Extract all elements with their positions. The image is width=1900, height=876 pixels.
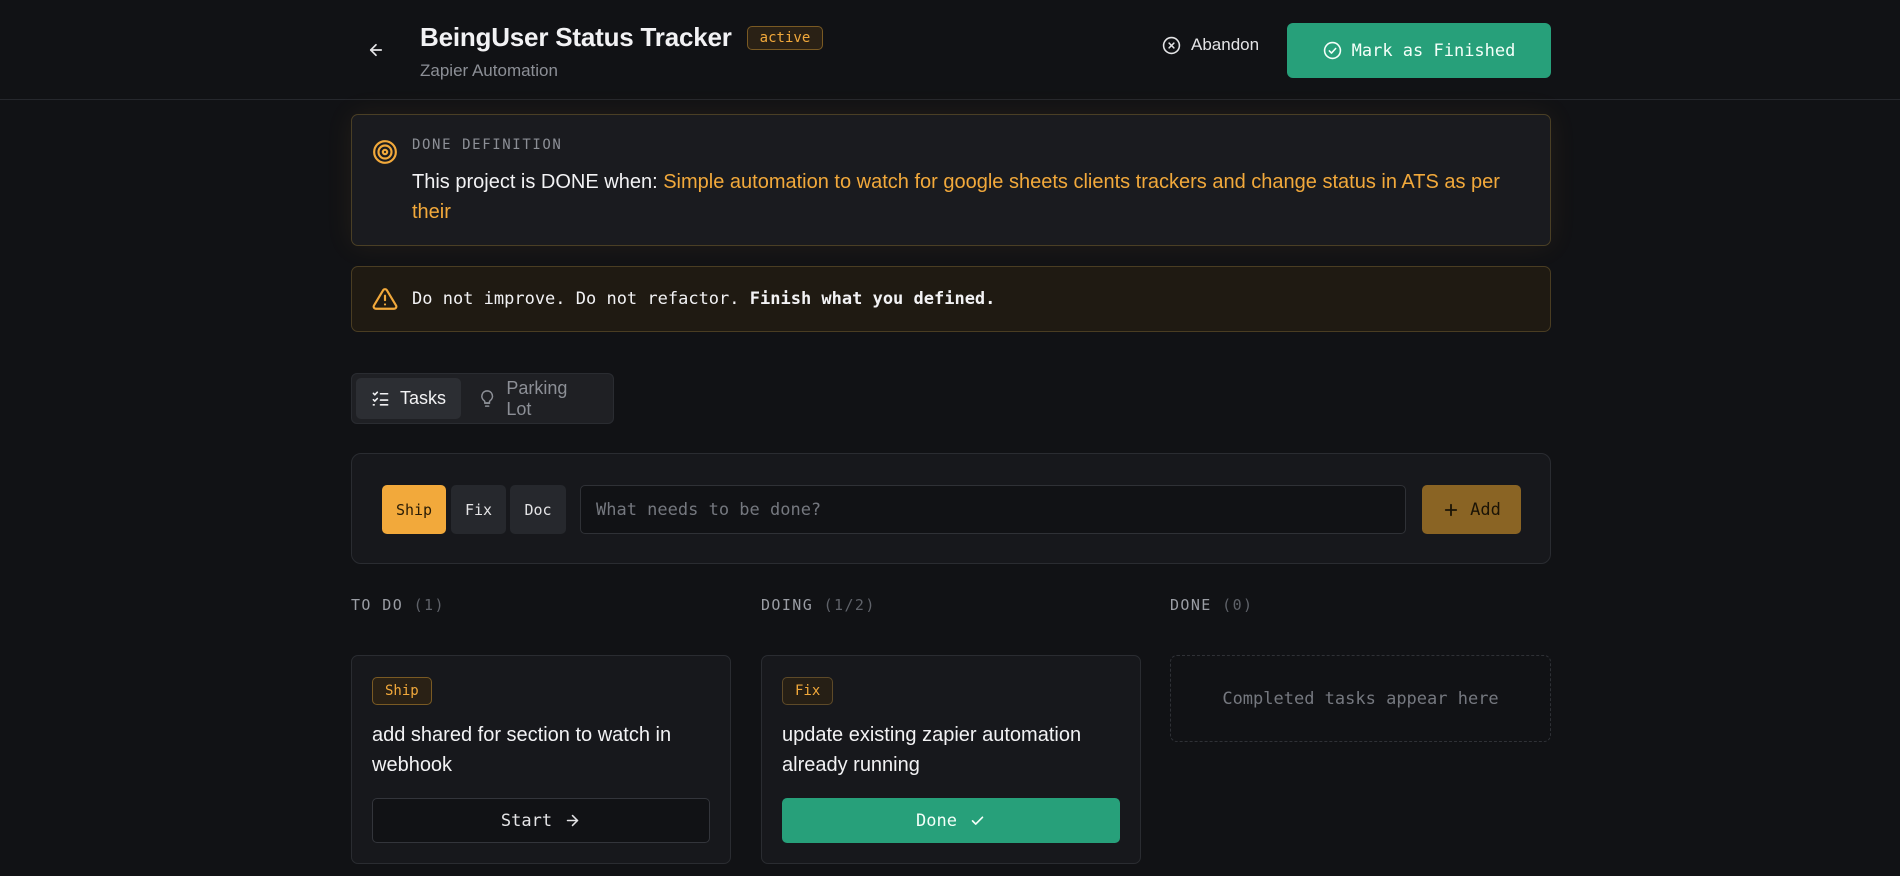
tab-tasks[interactable]: Tasks xyxy=(356,378,462,419)
done-definition-text: This project is DONE when: Simple automa… xyxy=(412,167,1522,227)
warning-text: Do not improve. Do not refactor. Finish … xyxy=(412,289,995,309)
checklist-icon xyxy=(372,391,389,406)
task-title: update existing zapier automation alread… xyxy=(782,724,1082,776)
abandon-button[interactable]: Abandon xyxy=(1162,30,1259,60)
header-bar: BeingUser Status Tracker active Zapier A… xyxy=(0,0,1900,100)
task-tag: Fix xyxy=(782,677,834,705)
done-definition-card: DONE DEFINITION This project is DONE whe… xyxy=(351,114,1551,246)
arrow-right-icon xyxy=(566,814,579,827)
done-definition-prefix: This project is DONE when: xyxy=(412,171,664,193)
add-label: Add xyxy=(1470,499,1501,520)
add-task-panel: Ship Fix Doc Add xyxy=(351,453,1551,564)
page-title: BeingUser Status Tracker xyxy=(420,22,732,52)
warning-triangle-icon xyxy=(372,288,398,310)
project-subtitle: Zapier Automation xyxy=(420,61,558,80)
task-title: add shared for section to watch in webho… xyxy=(372,724,672,776)
column-done-title: DONE xyxy=(1170,596,1212,614)
column-done-header: DONE (0) xyxy=(1170,596,1253,614)
add-task-button[interactable]: Add xyxy=(1422,485,1521,534)
project-heading: BeingUser Status Tracker active Zapier A… xyxy=(420,22,824,81)
mark-finished-button[interactable]: Mark as Finished xyxy=(1287,23,1551,78)
target-icon xyxy=(373,140,397,164)
status-badge: active xyxy=(746,25,824,50)
warning-plain: Do not improve. Do not refactor. xyxy=(412,289,750,309)
task-card-doing: Fix update existing zapier automation al… xyxy=(761,655,1141,864)
column-todo-header: TO DO (1) xyxy=(351,596,445,614)
lightbulb-icon xyxy=(481,390,494,407)
new-task-input[interactable] xyxy=(580,485,1406,534)
column-done-count: (0) xyxy=(1222,596,1254,614)
type-doc-button[interactable]: Doc xyxy=(510,485,566,534)
warning-emphasis: Finish what you defined. xyxy=(749,289,996,309)
warning-banner: Do not improve. Do not refactor. Finish … xyxy=(351,266,1551,332)
circle-x-icon xyxy=(1162,36,1181,54)
abandon-label: Abandon xyxy=(1191,35,1260,54)
task-tag: Ship xyxy=(372,677,432,705)
circle-check-icon xyxy=(1323,41,1341,60)
task-card-todo: Ship add shared for section to watch in … xyxy=(351,655,731,864)
done-definition-label: DONE DEFINITION xyxy=(412,137,563,153)
arrow-left-icon xyxy=(369,43,383,57)
tab-tasks-label: Tasks xyxy=(400,388,447,408)
type-ship-button[interactable]: Ship xyxy=(382,485,446,534)
type-fix-button[interactable]: Fix xyxy=(451,485,506,534)
done-empty-state: Completed tasks appear here xyxy=(1170,655,1551,742)
back-button[interactable] xyxy=(362,36,390,64)
start-task-button[interactable]: Start xyxy=(372,798,710,843)
plus-icon xyxy=(1444,503,1458,516)
finish-label: Mark as Finished xyxy=(1351,40,1516,61)
column-todo-count: (1) xyxy=(413,596,445,614)
done-task-button[interactable]: Done xyxy=(782,798,1120,843)
tab-parking-lot-label: Parking Lot xyxy=(506,377,568,419)
column-doing-count: (1/2) xyxy=(823,596,876,614)
done-label: Done xyxy=(916,810,957,831)
tab-parking-lot[interactable]: Parking Lot xyxy=(463,378,609,419)
check-icon xyxy=(971,816,984,825)
column-doing-title: DOING xyxy=(761,596,814,614)
start-label: Start xyxy=(500,810,553,831)
view-tabs: Tasks Parking Lot xyxy=(351,373,614,424)
column-todo-title: TO DO xyxy=(351,596,404,614)
column-doing-header: DOING (1/2) xyxy=(761,596,876,614)
